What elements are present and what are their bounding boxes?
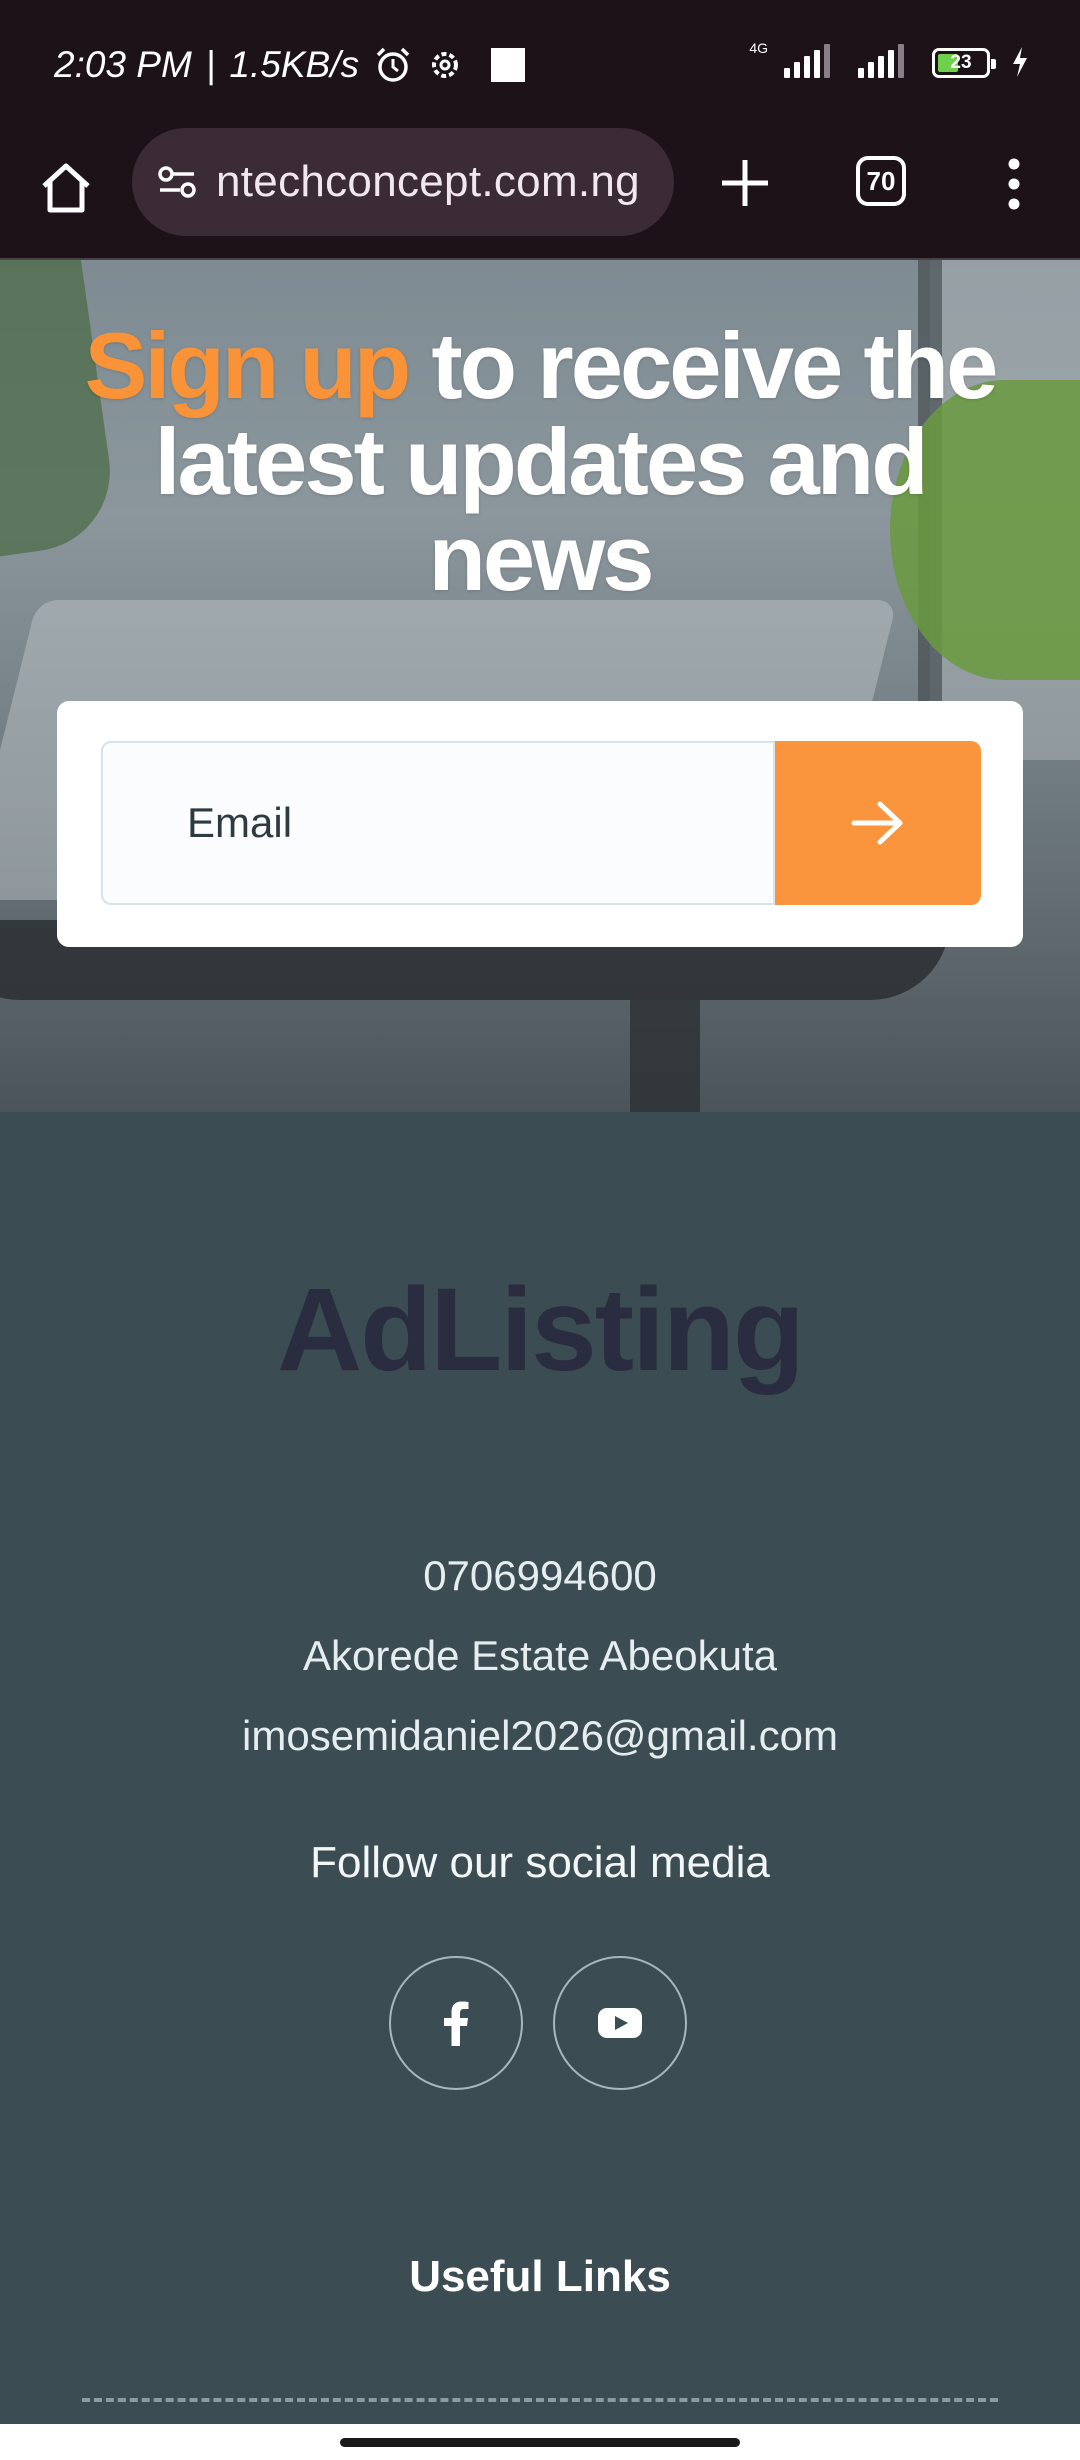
url-text: ntechconcept.com.ng [216, 157, 640, 206]
youtube-icon [598, 2008, 642, 2038]
newsletter-hero: Sign up to receive the latest updates an… [0, 260, 1080, 1112]
address-bar[interactable]: ntechconcept.com.ng [132, 128, 674, 236]
social-links [389, 1956, 687, 2090]
tab-switcher-button[interactable]: 70 [856, 156, 906, 206]
status-divider: | [205, 44, 216, 85]
site-footer: AdListing 0706994600 Akorede Estate Abeo… [0, 1112, 1080, 2460]
notification-square-icon [491, 48, 525, 82]
arrow-right-icon [851, 801, 903, 845]
battery-level: 23 [950, 52, 972, 73]
useful-links-heading: Useful Links [409, 2252, 671, 2301]
network-type: 4G [749, 40, 768, 56]
browser-toolbar: ntechconcept.com.ng 70 [0, 128, 1080, 260]
tab-count: 70 [866, 165, 896, 196]
contact-email[interactable]: imosemidaniel2026@gmail.com [0, 1696, 1080, 1776]
new-tab-icon[interactable] [716, 154, 774, 212]
newsletter-heading: Sign up to receive the latest updates an… [60, 318, 1020, 606]
site-logo[interactable]: AdListing [0, 1262, 1080, 1398]
facebook-button[interactable] [389, 1956, 523, 2090]
email-input[interactable] [101, 741, 775, 905]
signal-1-icon [784, 44, 830, 78]
section-divider [82, 2398, 998, 2402]
follow-heading: Follow our social media [310, 1838, 770, 1887]
newsletter-form [57, 701, 1023, 947]
status-speed: 1.5KB/s [229, 44, 359, 85]
battery-icon: 23 [932, 48, 996, 78]
home-indicator[interactable] [340, 2438, 740, 2447]
alarm-icon [376, 47, 410, 82]
gesture-bar [0, 2424, 1080, 2460]
heading-accent: Sign up [84, 313, 412, 418]
contact-address: Akorede Estate Abeokuta [303, 1632, 777, 1679]
contact-phone[interactable]: 0706994600 [0, 1536, 1080, 1616]
contact-info: 0706994600 Akorede Estate Abeokuta imose… [0, 1536, 1080, 1776]
status-bar: 2:03 PM | 1.5KB/s 4G 23 [0, 0, 1080, 128]
status-right: 4G 23 [749, 40, 1030, 78]
status-time: 2:03 PM [54, 44, 192, 85]
overflow-menu-icon[interactable] [1000, 154, 1028, 214]
facebook-icon [444, 2001, 469, 2046]
signal-2-icon [858, 44, 904, 78]
background-table-leg [630, 1000, 700, 1112]
settings-gear-icon [432, 52, 458, 78]
youtube-button[interactable] [553, 1956, 687, 2090]
site-settings-icon[interactable] [152, 157, 202, 207]
subscribe-button[interactable] [775, 741, 981, 905]
status-left: 2:03 PM | 1.5KB/s [54, 40, 525, 90]
charging-bolt-icon [1013, 47, 1027, 77]
home-icon[interactable] [36, 158, 96, 218]
